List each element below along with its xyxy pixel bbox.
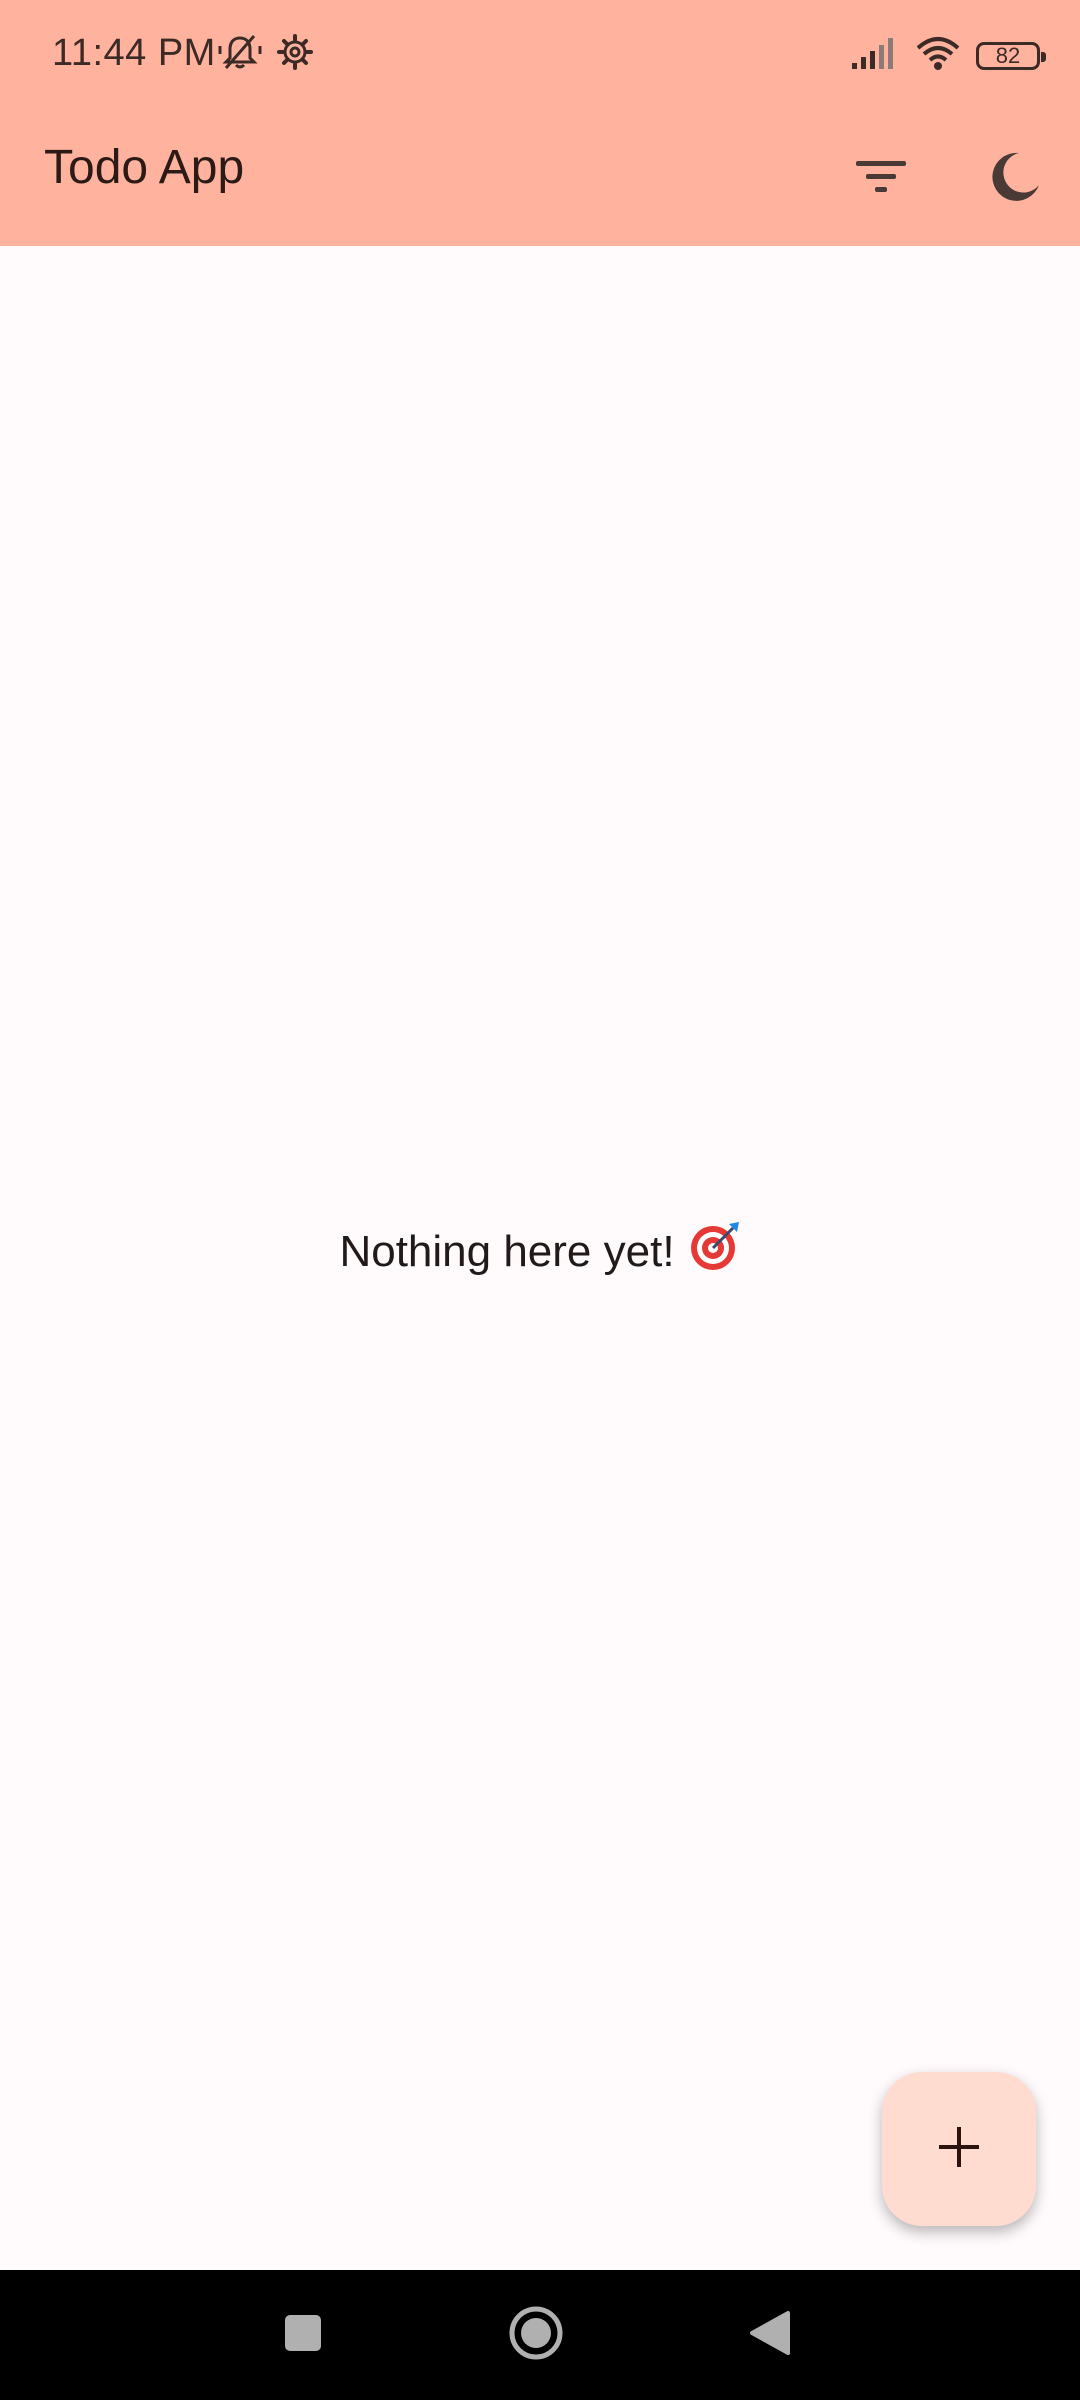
battery-icon: 82 bbox=[976, 41, 1046, 70]
navigation-bar bbox=[0, 2270, 1080, 2400]
home-circle-icon bbox=[508, 2305, 564, 2366]
battery-level: 82 bbox=[995, 42, 1021, 68]
recents-square-icon bbox=[283, 2313, 323, 2358]
filter-button[interactable] bbox=[836, 134, 926, 224]
signal-icon bbox=[850, 35, 900, 76]
settings-gear-icon bbox=[276, 33, 314, 76]
recents-button[interactable] bbox=[260, 2292, 346, 2378]
add-todo-button[interactable] bbox=[882, 2072, 1036, 2226]
app-bar: Todo App bbox=[0, 112, 1080, 246]
app-title: Todo App bbox=[44, 141, 245, 194]
home-button[interactable] bbox=[493, 2292, 579, 2378]
status-time: 11:44 PM bbox=[52, 32, 216, 74]
filter-list-icon bbox=[854, 157, 908, 202]
screen: 11:44 PM 82 Todo App Nothing here yet! bbox=[0, 0, 1080, 2400]
status-bar: 11:44 PM 82 bbox=[0, 0, 1080, 112]
status-right-icons: 82 bbox=[850, 34, 1046, 77]
mute-icon bbox=[218, 32, 262, 77]
wifi-icon bbox=[914, 34, 962, 77]
status-left-icons bbox=[218, 32, 314, 77]
dark-mode-toggle-button[interactable] bbox=[970, 134, 1060, 224]
dark-mode-moon-icon bbox=[989, 151, 1041, 208]
empty-state-message: Nothing here yet! bbox=[339, 1226, 675, 1276]
empty-state: Nothing here yet! bbox=[0, 1220, 1080, 1283]
back-button[interactable] bbox=[727, 2292, 813, 2378]
back-triangle-icon bbox=[748, 2309, 792, 2362]
plus-icon bbox=[935, 2123, 983, 2176]
target-emoji-icon bbox=[689, 1220, 741, 1283]
empty-state-message-row: Nothing here yet! bbox=[339, 1220, 740, 1283]
